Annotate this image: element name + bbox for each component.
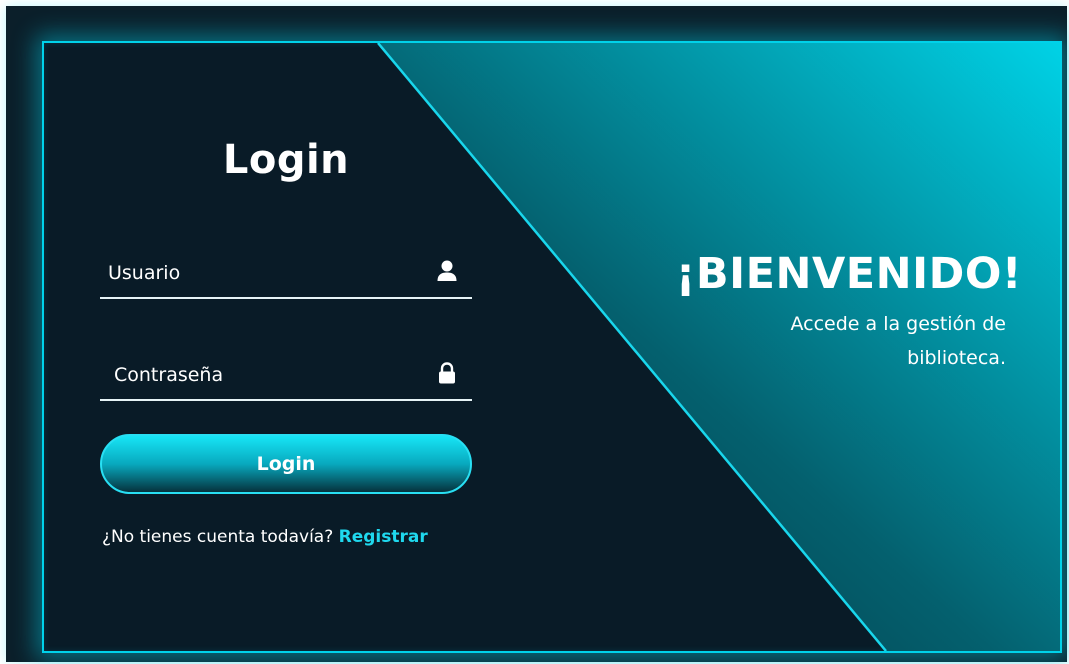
no-account-text: ¿No tienes cuenta todavía?	[102, 527, 339, 547]
lock-icon	[436, 361, 458, 385]
login-button[interactable]: Login	[100, 434, 472, 494]
login-title: Login	[222, 137, 350, 183]
password-input[interactable]	[112, 359, 436, 391]
user-icon	[436, 259, 458, 283]
password-field	[100, 349, 472, 401]
page-background: Login Login ¿No tienes cuenta todavía?	[6, 6, 1067, 662]
login-card: Login Login ¿No tienes cuenta todavía?	[42, 41, 1062, 653]
welcome-subtitle: Accede a la gestión de biblioteca.	[790, 313, 1006, 369]
register-prompt: ¿No tienes cuenta todavía? Registrar	[102, 527, 482, 547]
username-field	[100, 247, 472, 299]
username-input[interactable]	[106, 257, 430, 289]
welcome-title: ¡BIENVENIDO!	[675, 249, 1022, 299]
register-link[interactable]: Registrar	[339, 527, 428, 547]
